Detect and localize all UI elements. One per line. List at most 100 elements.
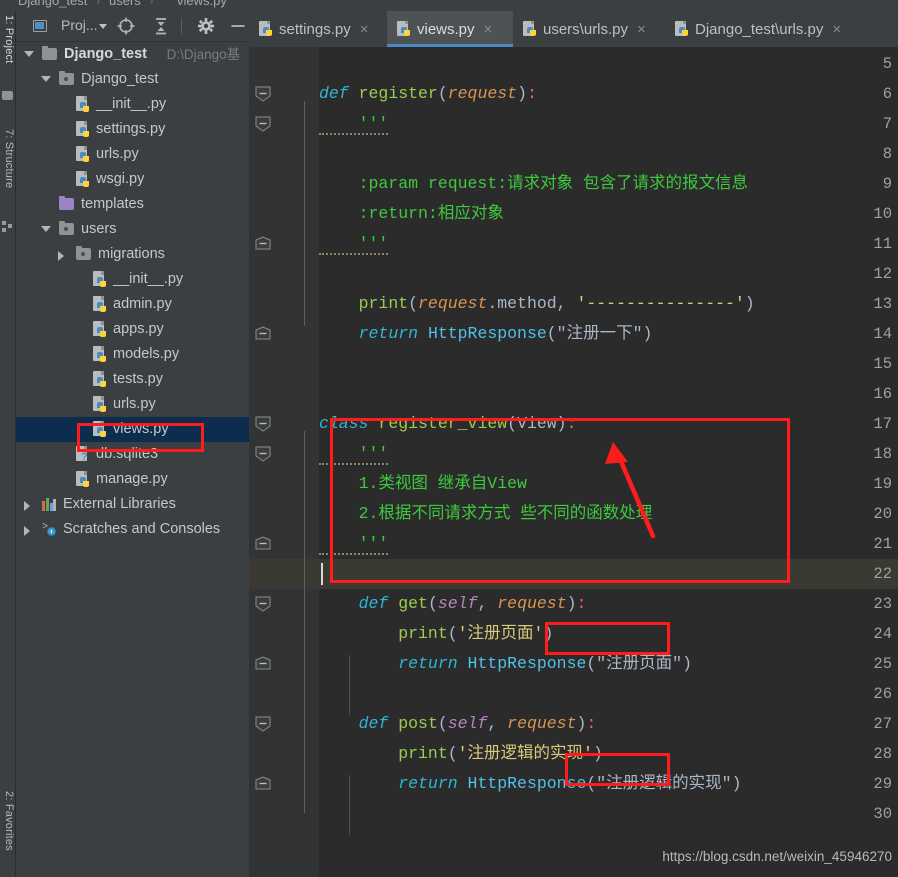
- sidebar-tab-favorites[interactable]: 2: Favorites: [0, 791, 15, 875]
- chevron-right-icon[interactable]: [24, 501, 30, 511]
- tree-item-__init__-py[interactable]: __init__.py: [16, 267, 249, 292]
- tree-item-label: urls.py: [96, 146, 139, 162]
- fold-marker[interactable]: [255, 416, 271, 432]
- tree-item-db-sqlite3[interactable]: ? db.sqlite3: [16, 442, 249, 467]
- breadcrumb-item-1[interactable]: users: [109, 0, 141, 8]
- code-line[interactable]: ''': [319, 109, 389, 139]
- collapse-all-icon: [156, 18, 166, 35]
- folder-icon: [2, 91, 13, 100]
- project-view-selector[interactable]: [30, 16, 50, 36]
- breadcrumb-item-0[interactable]: Django_test: [18, 0, 87, 8]
- editor-tab-users-urls-py[interactable]: users\urls.py ×: [513, 11, 665, 47]
- hide-tool-window-button[interactable]: [228, 16, 248, 36]
- fold-marker[interactable]: [255, 536, 271, 552]
- code-text[interactable]: def register(request): ''' :param reques…: [319, 47, 898, 877]
- code-editor[interactable]: 5 6 7 8 9 10 11 12 13 14 15 16 17 18 19 20 21 22 23 24 25 26 2…: [249, 47, 898, 877]
- breadcrumb-separator: ›: [149, 0, 154, 8]
- code-line[interactable]: :return:相应对象: [319, 199, 504, 229]
- fold-marker[interactable]: [255, 326, 271, 342]
- close-icon[interactable]: ×: [637, 22, 646, 37]
- tree-item-models-py[interactable]: models.py: [16, 342, 249, 367]
- fold-marker[interactable]: [255, 86, 271, 102]
- tree-item-migrations[interactable]: migrations: [16, 242, 249, 267]
- editor-tab-settings-py[interactable]: settings.py ×: [249, 11, 387, 47]
- tree-item-external-libraries[interactable]: External Libraries: [16, 492, 249, 517]
- tree-item-urls-py[interactable]: urls.py: [16, 392, 249, 417]
- chevron-down-icon[interactable]: [24, 51, 34, 57]
- editor-tab-django_test-urls-py[interactable]: Django_test\urls.py ×: [665, 11, 845, 47]
- chevron-right-icon[interactable]: [24, 526, 30, 536]
- sidebar-tab-project-label: 1: Project: [3, 15, 15, 64]
- fold-marker[interactable]: [255, 116, 271, 132]
- code-line[interactable]: print('注册页面'): [319, 619, 553, 649]
- code-folding-gutter[interactable]: [291, 47, 319, 877]
- chevron-down-icon[interactable]: [41, 76, 51, 82]
- editor-tab-bar[interactable]: settings.py × views.py × users\urls.py × Djang…: [249, 11, 898, 47]
- code-line[interactable]: :param request:请求对象 包含了请求的报文信息: [319, 169, 748, 199]
- code-line[interactable]: 2.根据不同请求方式 些不同的函数处理: [319, 499, 653, 529]
- code-line[interactable]: return HttpResponse("注册一下"): [319, 319, 653, 349]
- text-caret: [321, 563, 323, 585]
- code-line[interactable]: def post(self, request):: [319, 709, 597, 739]
- code-line[interactable]: def get(self, request):: [319, 589, 587, 619]
- sidebar-tab-project[interactable]: 1: Project: [0, 15, 15, 87]
- tree-item-label: __init__.py: [96, 96, 167, 112]
- tree-item-__init__-py[interactable]: __init__.py: [16, 92, 249, 117]
- tree-item-wsgi-py[interactable]: wsgi.py: [16, 167, 249, 192]
- fold-marker[interactable]: [255, 776, 271, 792]
- code-line[interactable]: class register_view(View):: [319, 409, 576, 439]
- code-line[interactable]: return HttpResponse("注册逻辑的实现"): [319, 769, 741, 799]
- code-line[interactable]: def register(request):: [319, 79, 537, 109]
- code-line[interactable]: print(request.method, '---------------'): [319, 289, 755, 319]
- chevron-down-icon[interactable]: [41, 226, 51, 232]
- crosshair-icon: [117, 17, 135, 35]
- scratches-icon: >_: [42, 522, 57, 537]
- tree-item-label: migrations: [98, 246, 165, 262]
- editor-tab-label: Django_test\urls.py: [695, 20, 824, 38]
- code-line[interactable]: ''': [319, 229, 389, 259]
- tree-item-django_test[interactable]: Django_test D:\Django基: [16, 42, 249, 67]
- tree-item-django_test[interactable]: Django_test: [16, 67, 249, 92]
- settings-button[interactable]: [196, 16, 216, 36]
- tree-item-users[interactable]: users: [16, 217, 249, 242]
- close-icon[interactable]: ×: [484, 22, 493, 37]
- python-file-icon: [523, 20, 537, 38]
- fold-region-line: [304, 101, 305, 326]
- tree-item-admin-py[interactable]: admin.py: [16, 292, 249, 317]
- project-tool-window: Proj... Django_test D:\Django基 Django_te…: [16, 11, 249, 877]
- chevron-right-icon[interactable]: [58, 251, 64, 261]
- code-line[interactable]: ''': [319, 439, 389, 469]
- code-line[interactable]: return HttpResponse("注册页面"): [319, 649, 692, 679]
- fold-marker[interactable]: [255, 446, 271, 462]
- fold-marker[interactable]: [255, 656, 271, 672]
- fold-marker[interactable]: [255, 716, 271, 732]
- fold-marker[interactable]: [255, 596, 271, 612]
- sidebar-tab-structure[interactable]: 7: Structure: [0, 129, 15, 215]
- folder-icon: [42, 45, 57, 60]
- code-line[interactable]: ''': [319, 529, 389, 559]
- project-tree[interactable]: Django_test D:\Django基 Django_test __init__…: [16, 42, 249, 877]
- fold-marker[interactable]: [255, 236, 271, 252]
- python-file-icon: [93, 321, 107, 338]
- breadcrumb-item-2[interactable]: views.py: [177, 0, 227, 8]
- tree-item-scratches-and-consoles[interactable]: >_ Scratches and Consoles: [16, 517, 249, 542]
- close-icon[interactable]: ×: [832, 22, 841, 37]
- tree-item-label: Django_test: [81, 71, 159, 87]
- tree-item-label: admin.py: [113, 296, 172, 312]
- tree-item-templates[interactable]: templates: [16, 192, 249, 217]
- code-line[interactable]: 1.类视图 继承自View: [319, 469, 527, 499]
- project-view-label[interactable]: Proj...: [61, 17, 98, 33]
- select-opened-file-button[interactable]: [116, 16, 136, 36]
- tree-item-settings-py[interactable]: settings.py: [16, 117, 249, 142]
- tree-item-tests-py[interactable]: tests.py: [16, 367, 249, 392]
- python-file-icon: [93, 346, 107, 363]
- tree-item-apps-py[interactable]: apps.py: [16, 317, 249, 342]
- editor-tab-views-py[interactable]: views.py ×: [387, 11, 513, 47]
- code-line[interactable]: print('注册逻辑的实现'): [319, 739, 603, 769]
- tree-item-manage-py[interactable]: manage.py: [16, 467, 249, 492]
- close-icon[interactable]: ×: [360, 22, 369, 37]
- chevron-down-icon[interactable]: [99, 24, 107, 29]
- tree-item-urls-py[interactable]: urls.py: [16, 142, 249, 167]
- collapse-all-button[interactable]: [151, 16, 171, 36]
- tree-item-views-py[interactable]: views.py: [16, 417, 249, 442]
